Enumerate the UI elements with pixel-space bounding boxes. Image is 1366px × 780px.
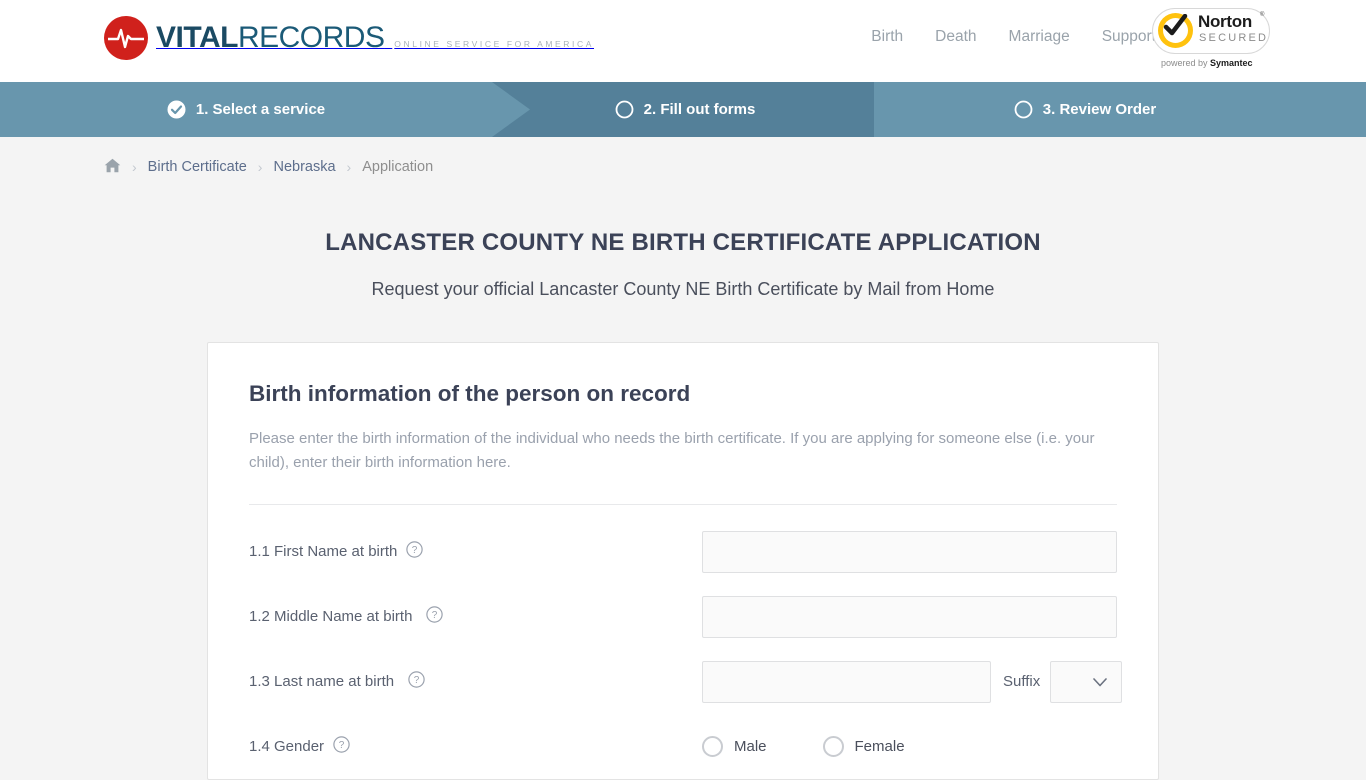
- breadcrumb-separator: ›: [257, 159, 263, 175]
- nav-item-birth[interactable]: Birth: [871, 28, 903, 46]
- label-last-name-text: 1.3 Last name at birth: [249, 673, 395, 690]
- step-fill-out-forms[interactable]: 2. Fill out forms: [492, 82, 912, 137]
- svg-text:?: ?: [432, 610, 438, 621]
- breadcrumb-item-nebraska[interactable]: Nebraska: [273, 159, 335, 175]
- label-gender: 1.4 Gender ?: [249, 736, 702, 757]
- norton-secured-badge[interactable]: Norton ® SECURED powered by Symantec: [1152, 8, 1270, 70]
- svg-text:?: ?: [412, 545, 418, 556]
- gender-radio-group: Male Female: [702, 736, 905, 757]
- nav-item-death[interactable]: Death: [935, 28, 976, 46]
- breadcrumb-item-application: Application: [362, 159, 434, 175]
- circle-outline-icon: [1014, 100, 1033, 119]
- question-circle-icon[interactable]: ?: [406, 541, 424, 562]
- form-row-middle-name: 1.2 Middle Name at birth ?: [249, 584, 1117, 649]
- radio-circle-icon[interactable]: [702, 736, 723, 757]
- section-divider: [249, 504, 1117, 505]
- svg-text:?: ?: [414, 675, 420, 686]
- breadcrumb-separator: ›: [132, 159, 137, 175]
- form-row-first-name: 1.1 First Name at birth ?: [249, 519, 1117, 584]
- logo-tagline: ONLINE SERVICE FOR AMERICA: [394, 39, 594, 49]
- norton-powered-by: powered by Symantec: [1161, 58, 1253, 68]
- site-logo[interactable]: VITALRECORDS ONLINE SERVICE FOR AMERICA: [104, 14, 594, 62]
- step-2-label: 2. Fill out forms: [643, 101, 756, 118]
- label-first-name-text: 1.1 First Name at birth: [249, 543, 398, 560]
- step-select-a-service[interactable]: 1. Select a service: [0, 82, 530, 137]
- gender-option-female[interactable]: Female: [822, 736, 905, 757]
- label-last-name: 1.3 Last name at birth ?: [249, 671, 702, 692]
- suffix-select[interactable]: [1050, 660, 1123, 703]
- question-circle-icon[interactable]: ?: [426, 606, 444, 627]
- nav-item-marriage[interactable]: Marriage: [1009, 28, 1070, 46]
- check-circle-filled-icon: [167, 100, 186, 119]
- circle-outline-icon: [615, 100, 634, 119]
- checkmark-icon: [1162, 13, 1188, 45]
- norton-status-text: SECURED: [1199, 32, 1269, 44]
- svg-text:?: ?: [339, 740, 345, 751]
- heartbeat-circle-icon: [104, 16, 148, 60]
- gender-option-male[interactable]: Male: [702, 736, 767, 757]
- form-row-last-name: 1.3 Last name at birth ? Suffix: [249, 649, 1123, 714]
- label-middle-name-text: 1.2 Middle Name at birth: [249, 608, 413, 625]
- control-last-name: Suffix: [702, 660, 1123, 703]
- logo-title-bold: VITAL: [156, 21, 238, 54]
- chevron-down-icon: [1093, 677, 1108, 686]
- step-review-order[interactable]: 3. Review Order: [874, 82, 1366, 137]
- logo-text: VITALRECORDS ONLINE SERVICE FOR AMERICA: [152, 23, 594, 53]
- page-title: LANCASTER COUNTY NE BIRTH CERTIFICATE AP…: [325, 229, 1041, 256]
- form-section-title: Birth information of the person on recor…: [249, 381, 691, 406]
- site-header: VITALRECORDS ONLINE SERVICE FOR AMERICA …: [0, 0, 1366, 82]
- control-gender: Male Female: [702, 736, 1117, 757]
- page-subtitle: Request your official Lancaster County N…: [371, 279, 995, 299]
- norton-brand-text: Norton: [1198, 12, 1252, 31]
- form-section-description: Please enter the birth information of th…: [249, 430, 1095, 471]
- question-circle-icon[interactable]: ?: [333, 736, 350, 757]
- step-3-label: 3. Review Order: [1042, 101, 1157, 118]
- gender-option-male-label: Male: [734, 738, 767, 755]
- gender-option-female-label: Female: [854, 738, 905, 755]
- breadcrumb-item-birth-certificate[interactable]: Birth Certificate: [148, 159, 247, 175]
- control-first-name: [702, 530, 1117, 573]
- step-1-label: 1. Select a service: [195, 101, 326, 118]
- label-first-name: 1.1 First Name at birth ?: [249, 541, 702, 562]
- progress-step-bar: 1. Select a service 2. Fill out forms 3.…: [0, 82, 1366, 137]
- last-name-input[interactable]: [702, 660, 991, 703]
- suffix-label: Suffix: [1003, 673, 1041, 690]
- radio-circle-icon[interactable]: [822, 736, 844, 757]
- first-name-input[interactable]: [702, 530, 1117, 573]
- home-icon[interactable]: [104, 158, 121, 177]
- question-circle-icon[interactable]: ?: [408, 671, 425, 692]
- middle-name-input[interactable]: [702, 595, 1117, 638]
- logo-title-light: RECORDS: [237, 21, 385, 54]
- breadcrumb: › Birth Certificate › Nebraska › Applica…: [0, 137, 1366, 177]
- norton-powered-prefix: powered by: [1161, 58, 1211, 68]
- control-middle-name: [702, 595, 1117, 638]
- label-gender-text: 1.4 Gender: [249, 738, 325, 755]
- birth-information-form-card: Birth information of the person on recor…: [207, 342, 1159, 780]
- main-navigation: Birth Death Marriage Support: [871, 28, 1156, 46]
- nav-item-support[interactable]: Support: [1102, 28, 1156, 46]
- breadcrumb-separator: ›: [346, 159, 352, 175]
- label-middle-name: 1.2 Middle Name at birth ?: [249, 606, 702, 627]
- norton-powered-brand: Symantec: [1210, 58, 1253, 68]
- form-row-gender: 1.4 Gender ? Male Female: [249, 714, 1117, 779]
- norton-trademark: ®: [1260, 12, 1265, 18]
